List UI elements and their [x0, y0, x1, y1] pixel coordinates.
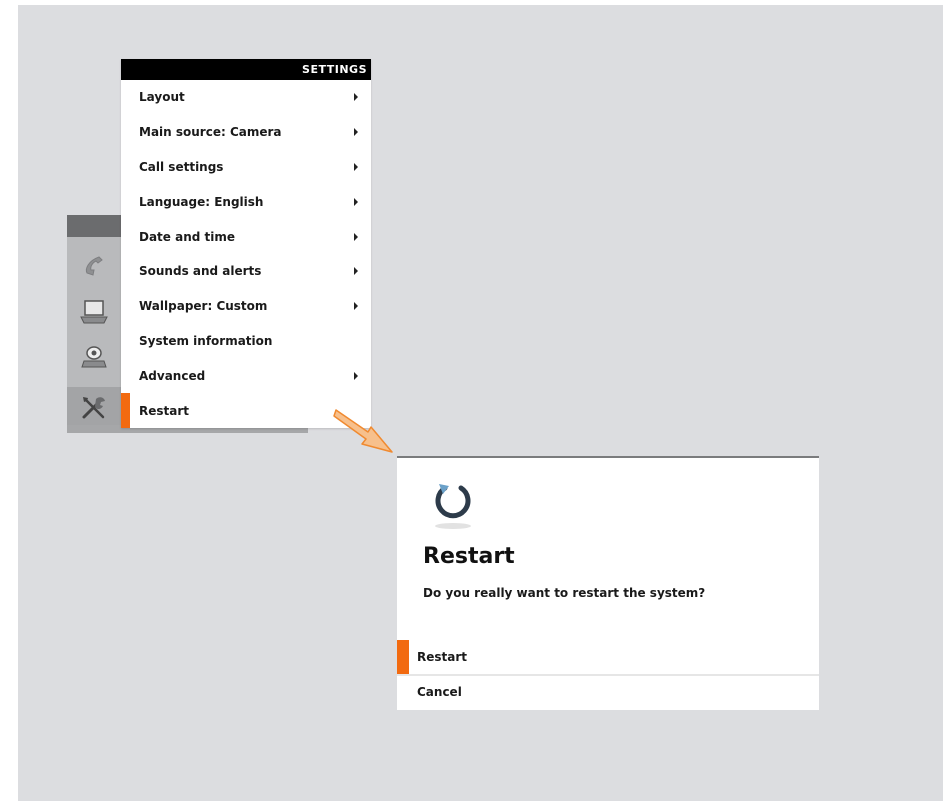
settings-tools-icon — [82, 397, 105, 419]
chevron-right-icon — [354, 197, 358, 206]
menu-item-label: Date and time — [139, 229, 236, 244]
menu-item-sounds[interactable]: Sounds and alerts — [121, 254, 371, 289]
menu-item-system-info[interactable]: System information — [121, 324, 371, 359]
restart-dialog: Restart Do you really want to restart th… — [397, 456, 819, 710]
restart-icon — [435, 484, 471, 529]
chevron-right-icon — [354, 371, 358, 380]
menu-item-wallpaper[interactable]: Wallpaper: Custom — [121, 289, 371, 324]
settings-menu: SETTINGS Layout Main source: Camera Call… — [121, 59, 371, 428]
menu-item-call-settings[interactable]: Call settings — [121, 150, 371, 185]
chevron-right-icon — [354, 267, 358, 276]
restart-confirm-button[interactable]: Restart — [397, 640, 819, 674]
launcher-settings[interactable] — [67, 387, 121, 429]
menu-item-label: Call settings — [139, 159, 224, 174]
launcher-bar — [67, 215, 121, 433]
phone-icon — [85, 256, 103, 276]
menu-item-label: Language: English — [139, 194, 264, 209]
cancel-label: Cancel — [417, 685, 462, 699]
menu-item-date-time[interactable]: Date and time — [121, 219, 371, 254]
laptop-icon — [80, 300, 108, 324]
menu-item-label: System information — [139, 333, 273, 348]
dialog-title: Restart — [423, 544, 515, 569]
camera-icon — [81, 346, 107, 368]
menu-item-label: Layout — [139, 90, 185, 105]
menu-item-language[interactable]: Language: English — [121, 184, 371, 219]
chevron-right-icon — [354, 162, 358, 171]
menu-item-label: Wallpaper: Custom — [139, 299, 268, 314]
menu-item-main-source[interactable]: Main source: Camera — [121, 115, 371, 150]
settings-menu-title: SETTINGS — [121, 59, 371, 80]
menu-item-advanced[interactable]: Advanced — [121, 358, 371, 393]
menu-item-label: Sounds and alerts — [139, 264, 262, 279]
menu-item-label: Restart — [139, 403, 190, 418]
pointer-arrow-icon — [333, 409, 393, 453]
launcher-phone[interactable] — [67, 245, 121, 287]
dialog-message: Do you really want to restart the system… — [423, 586, 706, 600]
cancel-button[interactable]: Cancel — [397, 674, 819, 708]
menu-item-label: Main source: Camera — [139, 125, 282, 140]
launcher-topbar — [67, 215, 121, 237]
chevron-right-icon — [354, 93, 358, 102]
chevron-right-icon — [354, 302, 358, 311]
chevron-right-icon — [354, 232, 358, 241]
launcher-laptop[interactable] — [67, 291, 121, 333]
menu-item-layout[interactable]: Layout — [121, 80, 371, 115]
restart-confirm-label: Restart — [417, 650, 468, 664]
menu-item-label: Advanced — [139, 368, 206, 383]
launcher-camera[interactable] — [67, 337, 121, 379]
chevron-right-icon — [354, 128, 358, 137]
